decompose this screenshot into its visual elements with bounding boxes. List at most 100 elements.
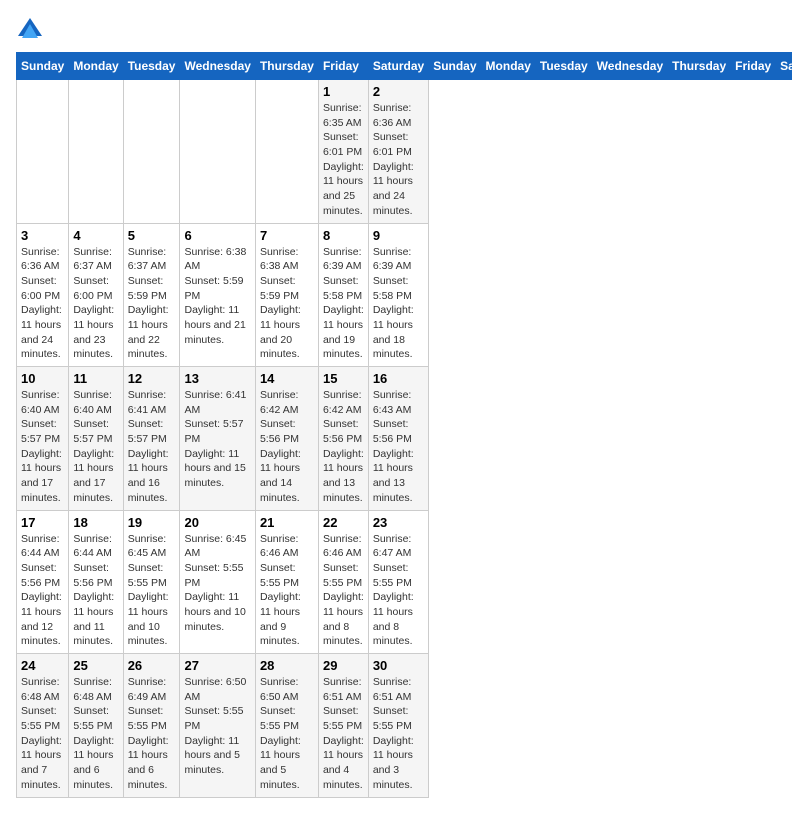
week-row-2: 3Sunrise: 6:36 AMSunset: 6:00 PMDaylight… [17, 223, 792, 367]
day-cell [255, 80, 318, 224]
day-number: 9 [373, 228, 424, 243]
day-number: 24 [21, 658, 64, 673]
week-row-1: 1Sunrise: 6:35 AMSunset: 6:01 PMDaylight… [17, 80, 792, 224]
day-number: 20 [184, 515, 250, 530]
day-info: Sunrise: 6:44 AMSunset: 5:56 PMDaylight:… [73, 532, 118, 650]
day-number: 8 [323, 228, 364, 243]
logo-icon [16, 16, 44, 44]
day-cell: 16 Sunrise: 6:43 AMSunset: 5:56 PMDayligh… [368, 367, 428, 511]
day-cell: 11Sunrise: 6:40 AMSunset: 5:57 PMDayligh… [69, 367, 123, 511]
day-number: 12 [128, 371, 176, 386]
day-cell: 9 Sunrise: 6:39 AMSunset: 5:58 PMDaylight… [368, 223, 428, 367]
day-info: Sunrise: 6:42 AMSunset: 5:56 PMDaylight:… [323, 388, 364, 506]
day-info: Sunrise: 6:45 AMSunset: 5:55 PMDaylight:… [128, 532, 176, 650]
day-info: Sunrise: 6:41 AMSunset: 5:57 PMDaylight:… [128, 388, 176, 506]
header-wednesday: Wednesday [180, 53, 255, 80]
day-info: Sunrise: 6:46 AMSunset: 5:55 PMDaylight:… [260, 532, 314, 650]
day-number: 2 [373, 84, 424, 99]
day-cell: 13 Sunrise: 6:41 AMSunset: 5:57 PMDayligh… [180, 367, 255, 511]
day-cell: 28 Sunrise: 6:50 AMSunset: 5:55 PMDayligh… [255, 654, 318, 798]
day-info: Sunrise: 6:36 AMSunset: 6:01 PMDaylight:… [373, 101, 424, 219]
day-number: 10 [21, 371, 64, 386]
day-cell: 27 Sunrise: 6:50 AMSunset: 5:55 PMDayligh… [180, 654, 255, 798]
day-cell: 12 Sunrise: 6:41 AMSunset: 5:57 PMDayligh… [123, 367, 180, 511]
day-info: Sunrise: 6:51 AMSunset: 5:55 PMDaylight:… [323, 675, 364, 793]
day-cell: 26Sunrise: 6:49 AMSunset: 5:55 PMDayligh… [123, 654, 180, 798]
day-cell: 3Sunrise: 6:36 AMSunset: 6:00 PMDaylight… [17, 223, 69, 367]
header-friday: Friday [731, 53, 776, 80]
day-info: Sunrise: 6:46 AMSunset: 5:55 PMDaylight:… [323, 532, 364, 650]
day-cell: 15Sunrise: 6:42 AMSunset: 5:56 PMDayligh… [318, 367, 368, 511]
day-info: Sunrise: 6:36 AMSunset: 6:00 PMDaylight:… [21, 245, 64, 363]
day-cell [17, 80, 69, 224]
day-number: 4 [73, 228, 118, 243]
header-saturday: Saturday [776, 53, 792, 80]
week-row-4: 17 Sunrise: 6:44 AMSunset: 5:56 PMDayligh… [17, 510, 792, 654]
day-number: 21 [260, 515, 314, 530]
header-friday: Friday [318, 53, 368, 80]
day-number: 5 [128, 228, 176, 243]
day-cell: 4 Sunrise: 6:37 AMSunset: 6:00 PMDaylight… [69, 223, 123, 367]
day-info: Sunrise: 6:48 AMSunset: 5:55 PMDaylight:… [21, 675, 64, 793]
day-info: Sunrise: 6:41 AMSunset: 5:57 PMDaylight:… [184, 388, 250, 491]
header-thursday: Thursday [255, 53, 318, 80]
day-cell: 2 Sunrise: 6:36 AMSunset: 6:01 PMDaylight… [368, 80, 428, 224]
day-cell: 6Sunrise: 6:38 AMSunset: 5:59 PMDaylight… [180, 223, 255, 367]
day-cell [69, 80, 123, 224]
page-header [16, 16, 776, 44]
day-cell [123, 80, 180, 224]
header-sunday: Sunday [429, 53, 481, 80]
day-cell: 29Sunrise: 6:51 AMSunset: 5:55 PMDayligh… [318, 654, 368, 798]
week-row-5: 24 Sunrise: 6:48 AMSunset: 5:55 PMDayligh… [17, 654, 792, 798]
day-cell: 25Sunrise: 6:48 AMSunset: 5:55 PMDayligh… [69, 654, 123, 798]
calendar-header-row: SundayMondayTuesdayWednesdayThursdayFrid… [17, 53, 792, 80]
day-number: 16 [373, 371, 424, 386]
day-number: 27 [184, 658, 250, 673]
day-info: Sunrise: 6:50 AMSunset: 5:55 PMDaylight:… [184, 675, 250, 778]
day-number: 30 [373, 658, 424, 673]
day-cell: 18 Sunrise: 6:44 AMSunset: 5:56 PMDayligh… [69, 510, 123, 654]
day-cell: 23 Sunrise: 6:47 AMSunset: 5:55 PMDayligh… [368, 510, 428, 654]
day-info: Sunrise: 6:40 AMSunset: 5:57 PMDaylight:… [21, 388, 64, 506]
day-info: Sunrise: 6:37 AMSunset: 5:59 PMDaylight:… [128, 245, 176, 363]
day-number: 22 [323, 515, 364, 530]
day-info: Sunrise: 6:37 AMSunset: 6:00 PMDaylight:… [73, 245, 118, 363]
day-cell: 24 Sunrise: 6:48 AMSunset: 5:55 PMDayligh… [17, 654, 69, 798]
day-info: Sunrise: 6:38 AMSunset: 5:59 PMDaylight:… [260, 245, 314, 363]
week-row-3: 10 Sunrise: 6:40 AMSunset: 5:57 PMDayligh… [17, 367, 792, 511]
day-cell: 17 Sunrise: 6:44 AMSunset: 5:56 PMDayligh… [17, 510, 69, 654]
day-info: Sunrise: 6:43 AMSunset: 5:56 PMDaylight:… [373, 388, 424, 506]
day-cell: 5 Sunrise: 6:37 AMSunset: 5:59 PMDaylight… [123, 223, 180, 367]
day-info: Sunrise: 6:48 AMSunset: 5:55 PMDaylight:… [73, 675, 118, 793]
header-thursday: Thursday [668, 53, 731, 80]
day-cell: 20Sunrise: 6:45 AMSunset: 5:55 PMDayligh… [180, 510, 255, 654]
day-number: 17 [21, 515, 64, 530]
day-info: Sunrise: 6:49 AMSunset: 5:55 PMDaylight:… [128, 675, 176, 793]
day-info: Sunrise: 6:42 AMSunset: 5:56 PMDaylight:… [260, 388, 314, 506]
day-cell: 8Sunrise: 6:39 AMSunset: 5:58 PMDaylight… [318, 223, 368, 367]
day-info: Sunrise: 6:47 AMSunset: 5:55 PMDaylight:… [373, 532, 424, 650]
header-monday: Monday [481, 53, 535, 80]
header-monday: Monday [69, 53, 123, 80]
day-info: Sunrise: 6:38 AMSunset: 5:59 PMDaylight:… [184, 245, 250, 348]
day-cell [180, 80, 255, 224]
day-cell: 19 Sunrise: 6:45 AMSunset: 5:55 PMDayligh… [123, 510, 180, 654]
day-number: 14 [260, 371, 314, 386]
day-info: Sunrise: 6:44 AMSunset: 5:56 PMDaylight:… [21, 532, 64, 650]
day-info: Sunrise: 6:51 AMSunset: 5:55 PMDaylight:… [373, 675, 424, 793]
day-number: 18 [73, 515, 118, 530]
day-number: 23 [373, 515, 424, 530]
logo [16, 16, 48, 44]
day-number: 13 [184, 371, 250, 386]
day-info: Sunrise: 6:50 AMSunset: 5:55 PMDaylight:… [260, 675, 314, 793]
day-number: 28 [260, 658, 314, 673]
header-wednesday: Wednesday [592, 53, 667, 80]
day-cell: 1Sunrise: 6:35 AMSunset: 6:01 PMDaylight… [318, 80, 368, 224]
day-info: Sunrise: 6:40 AMSunset: 5:57 PMDaylight:… [73, 388, 118, 506]
header-saturday: Saturday [368, 53, 428, 80]
day-info: Sunrise: 6:39 AMSunset: 5:58 PMDaylight:… [373, 245, 424, 363]
day-number: 19 [128, 515, 176, 530]
day-cell: 7 Sunrise: 6:38 AMSunset: 5:59 PMDaylight… [255, 223, 318, 367]
day-number: 7 [260, 228, 314, 243]
header-tuesday: Tuesday [123, 53, 180, 80]
